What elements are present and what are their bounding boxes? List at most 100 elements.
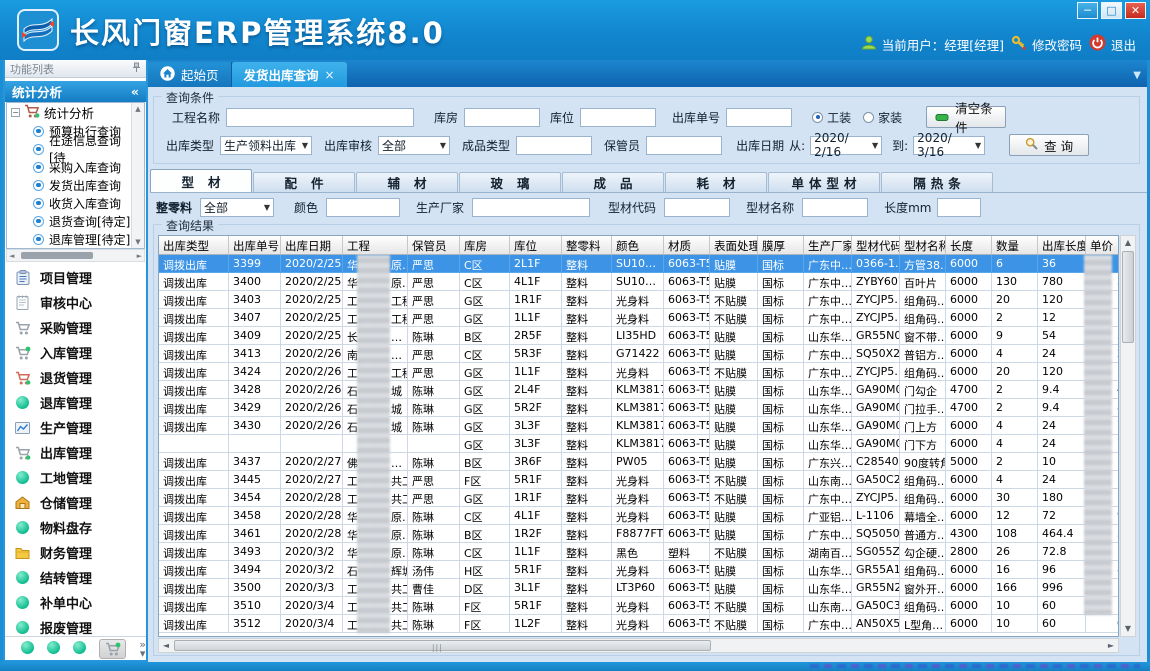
column-header[interactable]: 保管员 bbox=[408, 236, 460, 254]
gongzhuang-radio[interactable] bbox=[812, 112, 823, 123]
sidebar-menu-item[interactable]: 项目管理 bbox=[5, 265, 146, 290]
sidebar-menu-item[interactable]: 审核中心 bbox=[5, 290, 146, 315]
project-name-input[interactable] bbox=[226, 108, 414, 127]
collapse-icon[interactable]: « bbox=[131, 84, 139, 99]
sidebar-menu-item[interactable]: 采购管理 bbox=[5, 315, 146, 340]
table-row[interactable]: 调拨出库34132020/2/26南…严思C区5R3F整料G714226063-… bbox=[159, 345, 1118, 363]
close-button[interactable]: ✕ bbox=[1125, 2, 1146, 19]
table-row[interactable]: 调拨出库34942020/3/2石辉城汤伟H区5R1F整料光身料6063-T5贴… bbox=[159, 561, 1118, 579]
color-input[interactable] bbox=[326, 198, 400, 217]
column-header[interactable]: 库位 bbox=[510, 236, 562, 254]
sidebar-menu-item[interactable]: 出库管理 bbox=[5, 440, 146, 465]
table-row[interactable]: 调拨出库34452020/2/27工共工程严思F区5R1F整料光身料6063-T… bbox=[159, 471, 1118, 489]
table-row[interactable]: 调拨出库35102020/3/4工共工程陈琳F区5R1F整料光身料6063-T5… bbox=[159, 597, 1118, 615]
column-header[interactable]: 出库类型 bbox=[159, 236, 229, 254]
table-horizontal-scrollbar[interactable]: ◄ ||| ► bbox=[158, 638, 1119, 653]
tree-item[interactable]: 收货入库查询 bbox=[7, 194, 131, 212]
tree-hscroll-thumb[interactable] bbox=[21, 252, 93, 259]
scroll-up-icon[interactable]: ▲ bbox=[1121, 236, 1135, 250]
sidebar-menu-item[interactable]: 入库管理 bbox=[5, 340, 146, 365]
hscroll-thumb[interactable]: ||| bbox=[174, 640, 711, 651]
sidebar-menu-item[interactable]: 退货管理 bbox=[5, 365, 146, 390]
column-header[interactable]: 生产厂家 bbox=[804, 236, 852, 254]
material-tab[interactable]: 型材 bbox=[150, 169, 252, 192]
scroll-left-icon[interactable]: ◄ bbox=[9, 252, 14, 260]
product-type-input[interactable] bbox=[516, 136, 592, 155]
maximize-button[interactable]: □ bbox=[1101, 2, 1122, 19]
table-row[interactable]: 调拨出库34032020/2/25工工程严思G区1R1F整料光身料6063-T5… bbox=[159, 291, 1118, 309]
column-header[interactable]: 型材代码 bbox=[852, 236, 900, 254]
scroll-left-icon[interactable]: ◄ bbox=[159, 639, 173, 652]
table-row[interactable]: 调拨出库34242020/2/26工工程严思G区1L1F整料光身料6063-T5… bbox=[159, 363, 1118, 381]
sidebar-menu-item[interactable]: 仓储管理 bbox=[5, 490, 146, 515]
material-tab[interactable]: 单体型材 bbox=[768, 172, 880, 192]
sidebar-group-header[interactable]: 统计分析 « bbox=[5, 81, 146, 102]
circle-icon[interactable] bbox=[47, 639, 60, 658]
table-row[interactable]: 调拨出库34002020/2/25华原…严思C区4L1F整料SU10…6063-… bbox=[159, 273, 1118, 291]
material-tab[interactable]: 玻璃 bbox=[459, 172, 561, 192]
material-tab[interactable]: 辅材 bbox=[356, 172, 458, 192]
tab-list-dropdown-icon[interactable]: ▼ bbox=[1133, 70, 1141, 81]
profile-code-input[interactable] bbox=[664, 198, 730, 217]
sidebar-overflow-button[interactable]: »▾ bbox=[139, 640, 146, 658]
keeper-input[interactable] bbox=[646, 136, 722, 155]
table-row[interactable]: 调拨出库34582020/2/28华原…陈琳C区4L1F整料光身料6063-T5… bbox=[159, 507, 1118, 525]
cart-icon[interactable] bbox=[99, 639, 126, 659]
table-row[interactable]: 调拨出库34282020/2/26石城陈琳G区2L4F整料KLM38176063… bbox=[159, 381, 1118, 399]
table-row[interactable]: 调拨出库33992020/2/25华原…严思C区2L1F整料SU10…6063-… bbox=[159, 255, 1118, 273]
column-header[interactable]: 型材名称 bbox=[900, 236, 946, 254]
warehouse-input[interactable] bbox=[464, 108, 540, 127]
clear-conditions-button[interactable]: 清空条件 bbox=[926, 106, 1006, 128]
tree-item[interactable]: 采购入库查询 bbox=[7, 158, 131, 176]
length-input[interactable] bbox=[937, 198, 981, 217]
column-header[interactable]: 膜厚 bbox=[758, 236, 804, 254]
column-header[interactable]: 颜色 bbox=[612, 236, 664, 254]
material-tab[interactable]: 成品 bbox=[562, 172, 664, 192]
tab-close-icon[interactable]: × bbox=[325, 68, 335, 82]
search-button[interactable]: 查 询 bbox=[1009, 134, 1089, 156]
column-header[interactable]: 出库日期 bbox=[281, 236, 343, 254]
location-input[interactable] bbox=[580, 108, 656, 127]
material-tab[interactable]: 耗材 bbox=[665, 172, 767, 192]
sidebar-menu-item[interactable]: 生产管理 bbox=[5, 415, 146, 440]
audit-select[interactable]: 全部▼ bbox=[378, 136, 450, 155]
circle-icon[interactable] bbox=[21, 639, 34, 658]
column-header[interactable]: 库房 bbox=[460, 236, 510, 254]
sidebar-menu-item[interactable]: 退库管理 bbox=[5, 390, 146, 415]
scroll-right-icon[interactable]: ► bbox=[137, 252, 142, 260]
tree-item[interactable]: 退库管理[待定] bbox=[7, 230, 131, 248]
circle-icon[interactable] bbox=[73, 639, 86, 658]
table-row[interactable]: 调拨出库34302020/2/26石城陈琳G区3L3F整料KLM38176063… bbox=[159, 417, 1118, 435]
tree-expander-icon[interactable]: − bbox=[11, 108, 20, 117]
sidebar-menu-item[interactable]: 财务管理 bbox=[5, 540, 146, 565]
column-header[interactable]: 材质 bbox=[664, 236, 710, 254]
date-to-select[interactable]: 2020/ 3/16▼ bbox=[913, 136, 985, 155]
material-tab[interactable]: 隔热条 bbox=[881, 172, 993, 192]
column-header[interactable]: 单价 bbox=[1086, 236, 1119, 254]
sidebar-menu-item[interactable]: 补单中心 bbox=[5, 590, 146, 615]
tree-root-statistics[interactable]: −统计分析 bbox=[7, 103, 131, 122]
tree-vertical-scrollbar[interactable]: ▲ ▼ bbox=[131, 103, 144, 248]
table-row[interactable]: G区3L3F整料KLM38176063-T5贴膜国标山东华…GA90M09…门下… bbox=[159, 435, 1118, 453]
table-row[interactable]: 调拨出库34092020/2/25长…陈琳B区2R5F整料LI35HD6063-… bbox=[159, 327, 1118, 345]
tree-item[interactable]: 发货出库查询 bbox=[7, 176, 131, 194]
whole-part-select[interactable]: 全部▼ bbox=[200, 198, 274, 217]
sidebar-menu-item[interactable]: 工地管理 bbox=[5, 465, 146, 490]
minimize-button[interactable]: ─ bbox=[1077, 2, 1098, 19]
pin-icon[interactable] bbox=[132, 62, 141, 76]
order-no-input[interactable] bbox=[726, 108, 792, 127]
tree-item[interactable]: 退货查询[待定] bbox=[7, 212, 131, 230]
column-header[interactable]: 工程 bbox=[343, 236, 408, 254]
scroll-up-icon[interactable]: ▲ bbox=[132, 103, 144, 115]
table-row[interactable]: 调拨出库34542020/2/28工共工程严思G区1R1F整料光身料6063-T… bbox=[159, 489, 1118, 507]
tree-horizontal-scrollbar[interactable]: ◄ ► bbox=[6, 249, 145, 262]
out-type-select[interactable]: 生产领料出库▼ bbox=[220, 136, 312, 155]
scroll-down-icon[interactable]: ▼ bbox=[1121, 622, 1135, 636]
column-header[interactable]: 数量 bbox=[992, 236, 1038, 254]
table-row[interactable]: 调拨出库34072020/2/25工工程严思G区1L1F整料光身料6063-T5… bbox=[159, 309, 1118, 327]
date-from-select[interactable]: 2020/ 2/16▼ bbox=[810, 136, 882, 155]
factory-input[interactable] bbox=[472, 198, 590, 217]
column-header[interactable]: 长度 bbox=[946, 236, 992, 254]
column-header[interactable]: 表面处理 bbox=[710, 236, 758, 254]
table-row[interactable]: 调拨出库34612020/2/28华原…陈琳B区1R2F整料F8877FT606… bbox=[159, 525, 1118, 543]
